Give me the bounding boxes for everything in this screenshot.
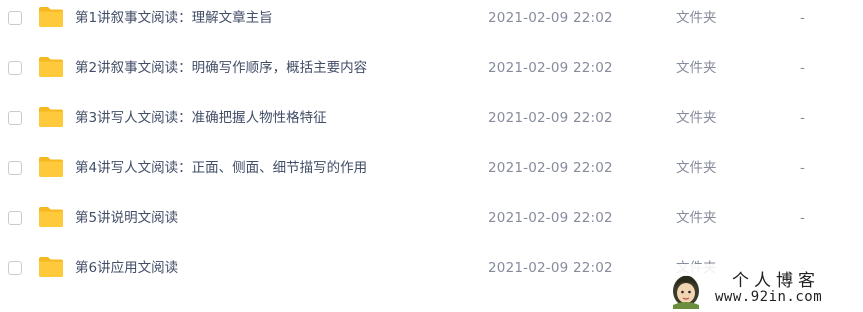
row-checkbox[interactable] [8, 211, 22, 225]
folder-icon [39, 7, 63, 27]
file-name[interactable]: 第2讲叙事文阅读：明确写作顺序，概括主要内容 [75, 58, 367, 78]
watermark: 个人博客 www.92in.com [657, 264, 863, 312]
folder-icon [39, 57, 63, 77]
file-date: 2021-02-09 22:02 [488, 60, 613, 76]
file-size: - [800, 210, 805, 226]
file-type: 文件夹 [676, 110, 717, 126]
file-name[interactable]: 第3讲写人文阅读：准确把握人物性格特征 [75, 108, 327, 128]
folder-icon [39, 257, 63, 277]
list-item[interactable]: 第2讲叙事文阅读：明确写作顺序，概括主要内容 2021-02-09 22:02 … [0, 50, 863, 100]
file-date: 2021-02-09 22:02 [488, 260, 613, 276]
file-date: 2021-02-09 22:02 [488, 210, 613, 226]
file-date: 2021-02-09 22:02 [488, 110, 613, 126]
watermark-title: 个人博客 [732, 271, 820, 291]
file-size: - [800, 160, 805, 176]
file-type: 文件夹 [676, 10, 717, 26]
file-size: - [800, 60, 805, 76]
file-type: 文件夹 [676, 60, 717, 76]
list-item[interactable]: 第3讲写人文阅读：准确把握人物性格特征 2021-02-09 22:02 文件夹… [0, 100, 863, 150]
file-name[interactable]: 第1讲叙事文阅读：理解文章主旨 [75, 8, 273, 28]
file-type: 文件夹 [676, 210, 717, 226]
list-item[interactable]: 第1讲叙事文阅读：理解文章主旨 2021-02-09 22:02 文件夹 - [0, 0, 863, 50]
watermark-url: www.92in.com [715, 289, 823, 305]
file-date: 2021-02-09 22:02 [488, 160, 613, 176]
row-checkbox[interactable] [8, 11, 22, 25]
file-type: 文件夹 [676, 160, 717, 176]
file-name[interactable]: 第6讲应用文阅读 [75, 258, 178, 278]
file-date: 2021-02-09 22:02 [488, 10, 613, 26]
folder-icon [39, 207, 63, 227]
row-checkbox[interactable] [8, 111, 22, 125]
avatar-icon [673, 275, 699, 309]
file-name[interactable]: 第4讲写人文阅读：正面、侧面、细节描写的作用 [75, 158, 367, 178]
row-checkbox[interactable] [8, 61, 22, 75]
row-checkbox[interactable] [8, 161, 22, 175]
list-item[interactable]: 第5讲说明文阅读 2021-02-09 22:02 文件夹 - [0, 200, 863, 250]
folder-icon [39, 157, 63, 177]
folder-icon [39, 107, 63, 127]
list-item[interactable]: 第4讲写人文阅读：正面、侧面、细节描写的作用 2021-02-09 22:02 … [0, 150, 863, 200]
file-size: - [800, 110, 805, 126]
file-size: - [800, 10, 805, 26]
row-checkbox[interactable] [8, 261, 22, 275]
file-name[interactable]: 第5讲说明文阅读 [75, 208, 178, 228]
